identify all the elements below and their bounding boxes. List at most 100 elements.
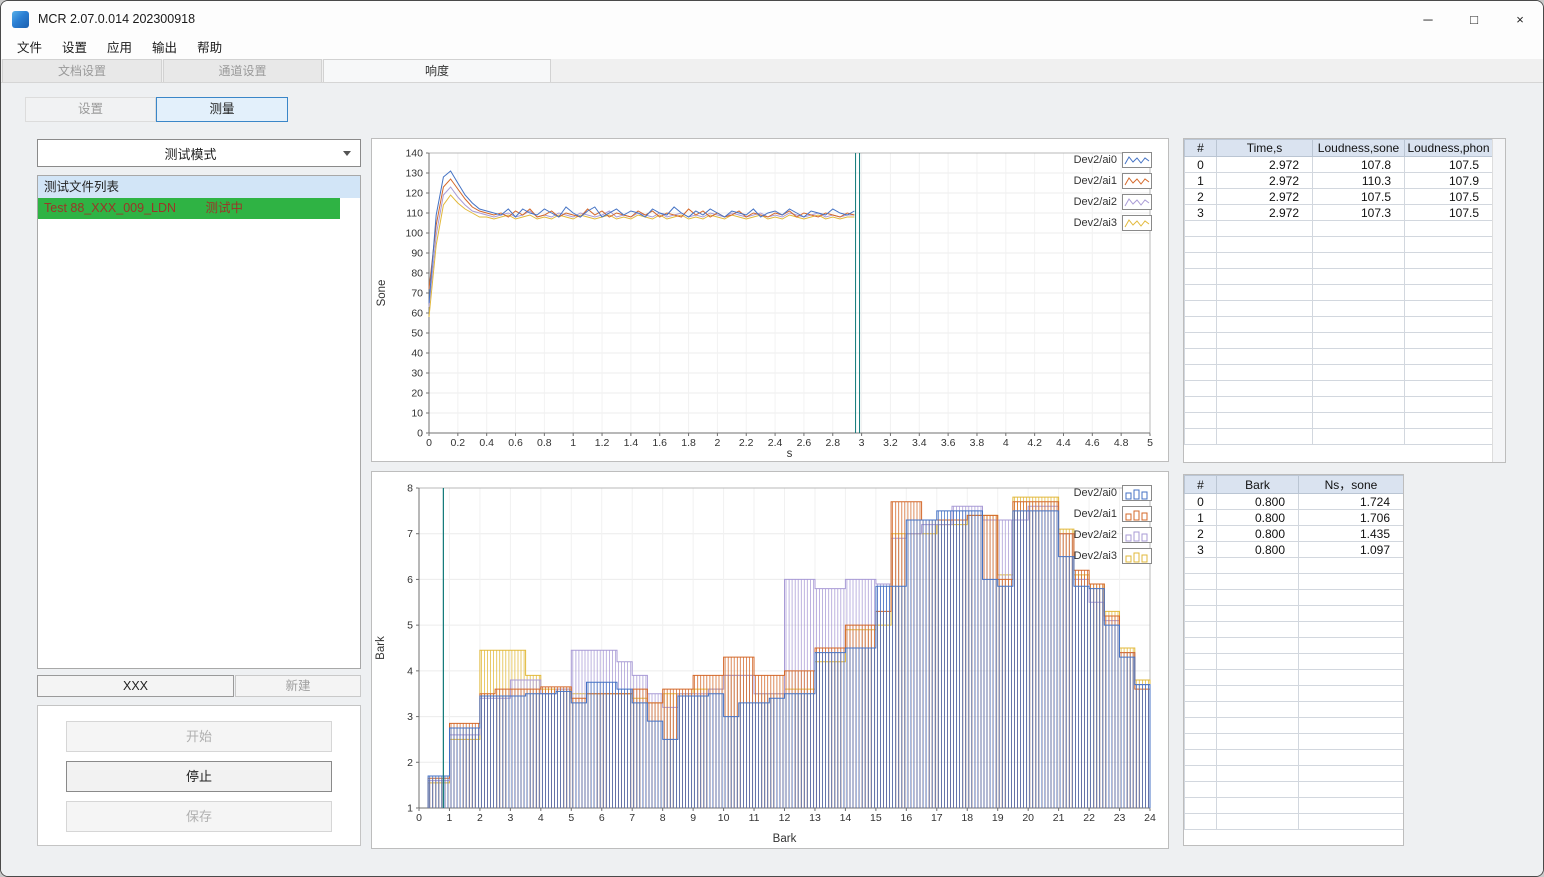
table-cell [1298,621,1403,638]
table1-scrollbar[interactable] [1492,139,1505,462]
legend-item[interactable]: Dev2/ai1 [1074,173,1152,189]
bark-spectrum-chart[interactable]: 123456780 1 2 3 4 5 6 7 8 9 10 11 12 13 14 15 16 17 18 19 20… [372,472,1168,848]
svg-text:1: 1 [407,803,413,815]
table-cell [1312,428,1405,445]
legend-item[interactable]: Dev2/ai0 [1074,152,1152,168]
window-title: MCR 2.07.0.014 202300918 [38,12,196,26]
table-row[interactable]: 3 0.800 1.097 [1184,541,1403,558]
tab-loudness[interactable]: 响度 [323,59,551,82]
table-row[interactable]: 2 2.972 107.5 107.5 [1184,188,1493,205]
loudness-time-chart[interactable]: 0 10 20 30 40 50 60 70 80 90 100 110 120 130 140 0 0.2 0.… [372,139,1168,461]
table-cell [1312,236,1405,253]
menu-settings[interactable]: 设置 [52,37,97,59]
table-cell [1216,412,1313,429]
table-row[interactable]: 0 2.972 107.8 107.5 [1184,156,1493,173]
legend-item[interactable]: Dev2/ai0 [1074,485,1152,501]
table-row [1184,557,1403,574]
xxx-button[interactable]: XXX [37,675,234,697]
line-sample-icon [1122,194,1152,210]
table-row [1184,717,1403,734]
legend-item[interactable]: Dev2/ai1 [1074,506,1152,522]
table-cell [1184,813,1217,830]
table-header-row: # Time,s Loudness,sone Loudness,phon [1184,139,1493,157]
table-cell [1404,348,1493,365]
menu-file[interactable]: 文件 [7,37,52,59]
table-cell [1216,284,1313,301]
test-file-status: 测试中 [205,201,244,215]
stop-button[interactable]: 停止 [66,761,332,792]
subtab-measure[interactable]: 测量 [156,97,288,122]
close-button[interactable]: × [1497,1,1543,37]
test-mode-select[interactable]: 测试模式 [37,139,361,167]
new-button[interactable]: 新建 [235,675,361,697]
column-header: Loudness,phon [1404,139,1493,157]
menu-output[interactable]: 输出 [142,37,187,59]
svg-text:20: 20 [411,388,423,400]
svg-text:6: 6 [407,574,413,586]
table-cell [1184,573,1217,590]
subtab-settings[interactable]: 设置 [25,97,156,122]
svg-text:3.8: 3.8 [970,437,985,449]
chevron-down-icon [343,150,351,156]
menu-help[interactable]: 帮助 [187,37,232,59]
table-cell [1216,637,1299,654]
table-row[interactable]: 1 2.972 110.3 107.9 [1184,172,1493,189]
table-row[interactable]: 2 0.800 1.435 [1184,525,1403,542]
svg-text:3: 3 [507,812,513,824]
loudness-table: # Time,s Loudness,sone Loudness,phon 0 2.972 1… [1184,139,1493,445]
legend-item[interactable]: Dev2/ai2 [1074,527,1152,543]
table-cell [1184,348,1217,365]
svg-text:120: 120 [405,188,423,200]
table-cell [1404,316,1493,333]
table-cell [1298,653,1403,670]
svg-text:40: 40 [411,348,423,360]
save-button[interactable]: 保存 [66,801,332,832]
svg-text:4: 4 [407,665,413,677]
table-row[interactable]: 3 2.972 107.3 107.5 [1184,204,1493,221]
table-cell [1184,653,1217,670]
column-header: Bark [1216,475,1299,494]
table-cell [1298,669,1403,686]
svg-text:17: 17 [931,812,943,824]
svg-text:1.4: 1.4 [624,437,639,449]
table-cell [1184,252,1217,269]
svg-text:3.4: 3.4 [912,437,927,449]
table-row[interactable]: 0 0.800 1.724 [1184,493,1403,510]
legend-item[interactable]: Dev2/ai2 [1074,194,1152,210]
table-cell [1298,589,1403,606]
svg-text:9: 9 [690,812,696,824]
tab-document-settings[interactable]: 文档设置 [2,59,162,82]
svg-text:Bark: Bark [773,833,797,845]
svg-text:s: s [787,448,793,460]
legend-item[interactable]: Dev2/ai3 [1074,215,1152,231]
menu-apply[interactable]: 应用 [97,37,142,59]
table-cell [1404,268,1493,285]
minimize-button[interactable]: ─ [1405,1,1451,37]
table-cell [1216,701,1299,718]
start-button[interactable]: 开始 [66,721,332,752]
svg-text:6: 6 [599,812,605,824]
table-header-row: # Bark Ns，sone [1184,475,1403,494]
table-cell [1184,300,1217,317]
bar-sample-icon [1122,548,1152,564]
svg-text:140: 140 [405,148,423,160]
table-cell [1298,749,1403,766]
svg-text:4.2: 4.2 [1027,437,1042,449]
table-cell [1184,797,1217,814]
table-row [1184,797,1403,814]
svg-text:4.6: 4.6 [1085,437,1100,449]
table-row[interactable]: 1 0.800 1.706 [1184,509,1403,526]
table-row [1184,316,1493,333]
table-cell [1298,685,1403,702]
bark-table: # Bark Ns，sone 0 0.800 1.724 1 0.800 1.706 2 0.800… [1184,475,1403,830]
maximize-button[interactable]: □ [1451,1,1497,37]
line-sample-icon [1122,173,1152,189]
table-cell [1184,268,1217,285]
svg-text:22: 22 [1083,812,1095,824]
list-item-test-file[interactable]: Test 88_XXX_009_LDN 测试中 [38,198,340,219]
svg-text:70: 70 [411,288,423,300]
table-cell [1312,268,1405,285]
tab-channel-settings[interactable]: 通道设置 [163,59,322,82]
legend-item[interactable]: Dev2/ai3 [1074,548,1152,564]
table-row [1184,364,1493,381]
